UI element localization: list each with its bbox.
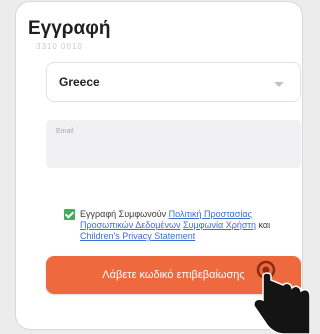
page-subtitle-ghost: 3310 0010 (36, 42, 83, 51)
country-value: Greece (59, 75, 100, 89)
pointing-hand-icon (253, 260, 310, 334)
email-placeholder: Email (56, 128, 74, 135)
consent-prefix: Εγγραφή Συμφωνούν (80, 209, 167, 219)
page-title: Εγγραφή (28, 18, 111, 39)
consent-checkbox[interactable] (64, 209, 75, 220)
consent-and: και (258, 220, 271, 230)
country-select[interactable]: Greece (46, 62, 301, 102)
chevron-down-icon (274, 82, 284, 87)
consent-text: Εγγραφή Συμφωνούν Πολιτική Προστασίας Πρ… (80, 209, 276, 242)
email-field[interactable]: Email (46, 120, 301, 168)
childrens-privacy-link[interactable]: Children's Privacy Statement (80, 231, 195, 241)
user-agreement-link[interactable]: Συμφωνία Χρήστη (183, 220, 256, 230)
